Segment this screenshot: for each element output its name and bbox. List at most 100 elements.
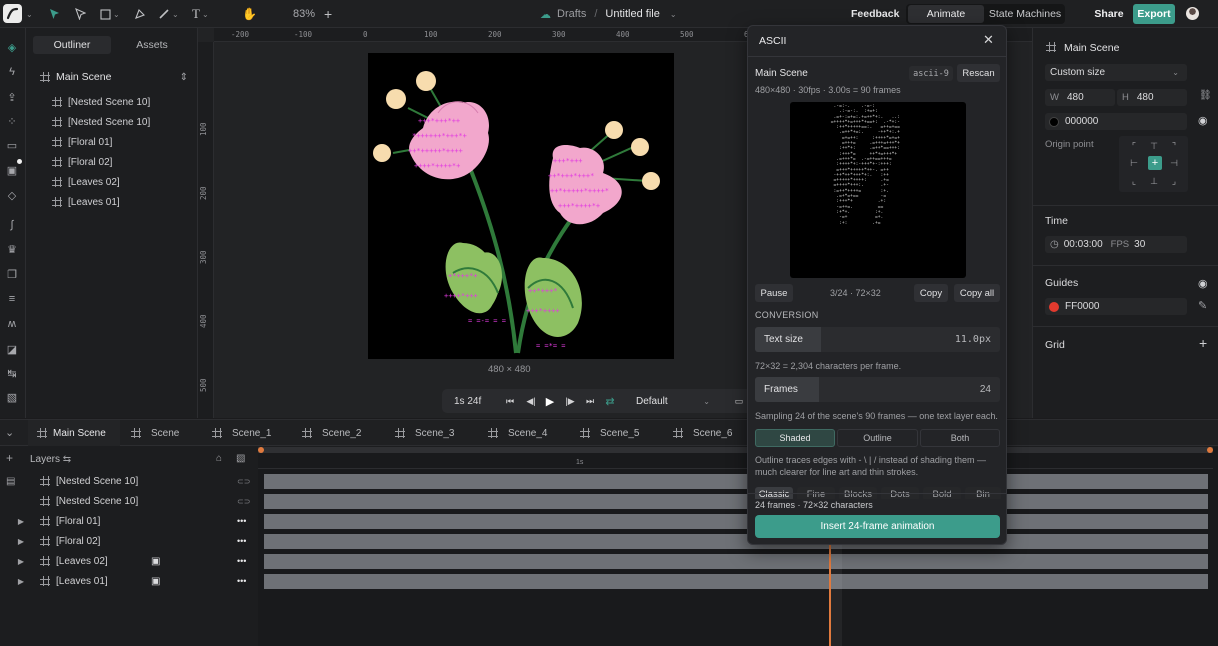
pen-tool-icon[interactable] [134,0,146,28]
tab-scene-6[interactable]: Scene_6 [673,420,732,446]
tab-outliner[interactable]: Outliner [33,36,111,54]
color-swatch[interactable] [1049,301,1059,312]
skip-end-icon[interactable]: ⏭ [584,395,596,407]
origin-right-icon[interactable]: ⊣ [1169,158,1179,168]
text-size-slider[interactable]: Text size 11.0px [755,327,1000,352]
user-avatar-icon[interactable] [1186,7,1199,20]
pause-button[interactable]: Pause [755,284,793,302]
expand-caret-icon[interactable]: ▶ [0,557,30,566]
more-icon[interactable]: ••• [237,576,246,586]
layer-track[interactable] [264,574,1208,589]
outliner-item[interactable]: [Leaves 02] [52,175,120,189]
image-icon[interactable]: ▣ [5,163,19,177]
mode-outline-button[interactable]: Outline [837,429,918,447]
media-icon[interactable]: ▧ [5,390,19,404]
timeline-layer-row[interactable]: ▶ [Floral 01] ••• [0,511,258,531]
height-field[interactable]: H 480 [1117,89,1187,106]
collapse-chevron-icon[interactable]: ⌄ [5,426,14,439]
tab-assets[interactable]: Assets [113,36,191,54]
copy-all-button[interactable]: Copy all [954,284,1000,302]
duration-field[interactable]: ◷ 00:03:00 FPS 30 [1045,236,1187,253]
breadcrumb-drafts[interactable]: Drafts [557,8,586,20]
work-area-start-handle[interactable] [258,447,264,453]
tab-scene-3[interactable]: Scene_3 [395,420,454,446]
tag-icon[interactable]: ◇ [5,188,19,202]
file-menu-chevron-icon[interactable]: ⌄ [670,10,677,19]
wave-icon[interactable]: ʍ [5,317,19,331]
more-icon[interactable]: ••• [237,556,246,566]
state-select[interactable]: Default ⌄ [632,392,716,410]
edit-pencil-icon[interactable]: ✎ [1198,299,1207,312]
sticker-icon[interactable]: ◪ [5,342,19,356]
step-back-icon[interactable]: ◀︎| [525,395,537,407]
mask-icon[interactable]: ▣ [151,556,160,567]
menu-logo-icon[interactable] [3,4,22,23]
origin-bottom-icon[interactable]: ⊥ [1149,176,1159,186]
mask-icon[interactable]: ▣ [151,576,160,587]
step-forward-icon[interactable]: |▶ [564,395,576,407]
components-icon[interactable]: ⁘ [5,114,19,128]
hand-tool-icon[interactable]: ✋ [242,0,257,28]
tab-scene-5[interactable]: Scene_5 [580,420,639,446]
color-swatch[interactable] [1049,116,1059,127]
folder-icon[interactable]: ⌂ [216,453,222,464]
timeline-layer-row[interactable]: [Nested Scene 10] ⊂⊃ [0,471,258,491]
folder-icon[interactable]: ▭ [5,138,19,152]
timeline-layer-row[interactable]: [Nested Scene 10] ⊂⊃ [0,491,258,511]
more-icon[interactable]: ••• [237,516,246,526]
origin-bottom-right-icon[interactable]: ⌟ [1169,176,1179,186]
add-icon[interactable]: + [1199,335,1207,351]
export-button[interactable]: Export [1133,4,1175,24]
loop-icon[interactable]: ⇄ [604,395,616,408]
mode-animate-tab[interactable]: Animate [908,5,984,23]
insert-animation-button[interactable]: Insert 24-frame animation [755,515,1000,538]
expand-caret-icon[interactable]: ▶ [0,537,30,546]
rectangle-tool-icon[interactable]: ⌄ [100,0,120,28]
origin-point-picker[interactable]: ⌜ ⊤ ⌝ ⊢ + ⊣ ⌞ ⊥ ⌟ [1119,136,1188,192]
eye-icon[interactable]: ◉ [1198,277,1208,290]
origin-center-icon[interactable]: + [1148,156,1162,170]
layer-track[interactable] [264,514,1208,529]
origin-bottom-left-icon[interactable]: ⌞ [1129,176,1139,186]
text-tool-icon[interactable]: T ⌄ [192,0,209,28]
zoom-level[interactable]: 83% [293,0,315,28]
feedback-button[interactable]: Feedback [851,0,899,28]
direct-select-icon[interactable] [75,0,86,28]
outliner-item[interactable]: [Nested Scene 10] [52,115,150,129]
outliner-item[interactable]: [Leaves 01] [52,195,120,209]
tab-scene[interactable]: Scene [131,420,179,446]
rescan-button[interactable]: Rescan [957,64,1000,82]
tab-scene-1[interactable]: Scene_1 [212,420,271,446]
mode-both-button[interactable]: Both [920,429,1000,447]
timeline-layer-row[interactable]: ▶ [Leaves 02] ▣ ••• [0,551,258,571]
layer-track[interactable] [264,494,1208,509]
add-folder-icon[interactable]: ▧ [236,453,245,464]
eye-icon[interactable]: ◉ [1198,114,1208,127]
select-tool-icon[interactable] [49,0,60,28]
monitor-icon[interactable]: ▭ [733,395,745,407]
origin-left-icon[interactable]: ⊢ [1129,158,1139,168]
tab-scene-4[interactable]: Scene_4 [488,420,547,446]
timeline-layer-row[interactable]: ▶ [Leaves 01] ▣ ••• [0,571,258,591]
copy-icon[interactable]: ❐ [5,267,19,281]
outliner-item[interactable]: [Floral 02] [52,155,112,169]
outliner-item[interactable]: [Floral 01] [52,135,112,149]
frames-slider[interactable]: Frames 24 [755,377,1000,402]
mode-shaded-button[interactable]: Shaded [755,429,835,447]
copy-button[interactable]: Copy [914,284,948,302]
origin-top-icon[interactable]: ⊤ [1149,141,1159,151]
background-color-field[interactable]: 000000 [1045,113,1187,130]
close-icon[interactable]: ✕ [983,32,994,48]
layer-track[interactable] [264,474,1208,489]
link-icon[interactable]: ⊂⊃ [237,477,250,486]
origin-top-left-icon[interactable]: ⌜ [1129,141,1139,151]
share-button[interactable]: Share [1091,5,1127,23]
crown-icon[interactable]: ♛ [5,242,19,256]
file-name[interactable]: Untitled file [605,8,659,20]
updown-chevron-icon[interactable]: ⇕ [180,72,188,83]
skip-start-icon[interactable]: ⏮ [504,395,516,407]
tab-main-scene[interactable]: Main Scene [28,420,120,446]
guide-color-field[interactable]: FF0000 [1045,298,1187,315]
expand-caret-icon[interactable]: ▶ [0,517,30,526]
export-icon[interactable]: ↹ [5,366,19,380]
